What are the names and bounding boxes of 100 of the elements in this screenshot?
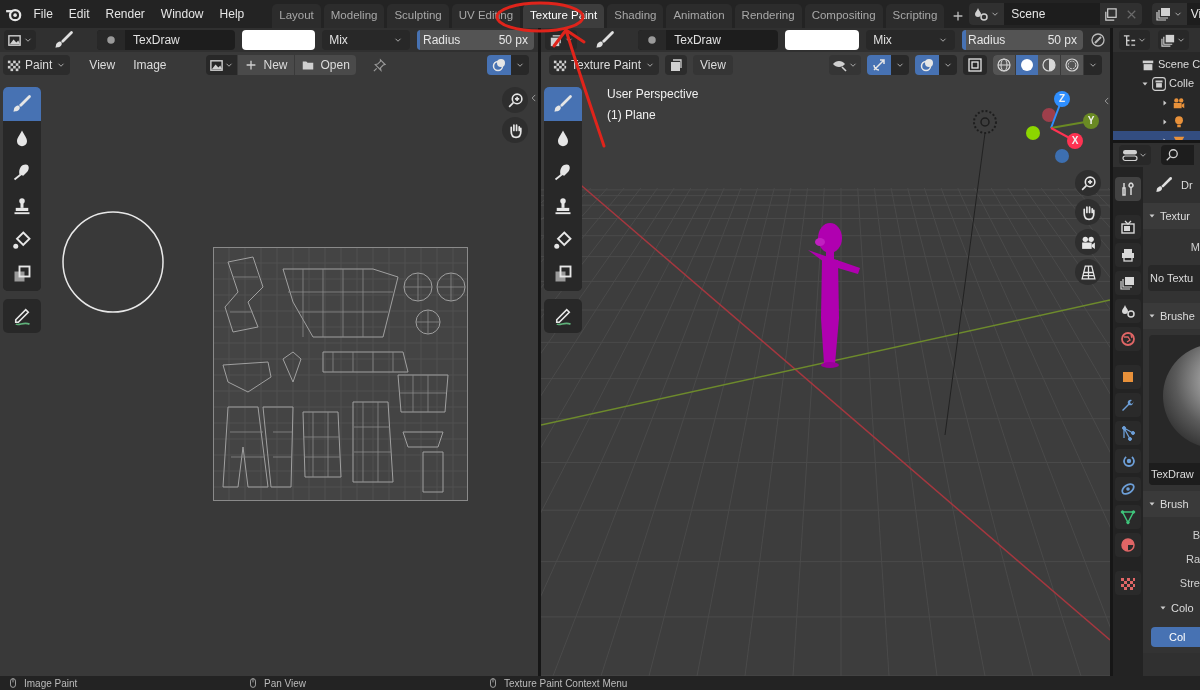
- properties-tab[interactable]: [1115, 271, 1141, 295]
- properties-tab[interactable]: [1115, 243, 1141, 267]
- properties-tab[interactable]: [1115, 177, 1141, 201]
- shading-mode-button[interactable]: [1061, 55, 1084, 75]
- sphere-icon: [646, 34, 659, 46]
- workspace-tab[interactable]: Compositing: [804, 4, 883, 28]
- panel-header[interactable]: Textur: [1143, 203, 1200, 229]
- workspace-tab[interactable]: Shading: [607, 4, 664, 28]
- workspace-tab[interactable]: Modeling: [323, 4, 385, 28]
- zoom-button[interactable]: [502, 87, 528, 113]
- menu-item[interactable]: Image: [126, 55, 174, 75]
- xray-toggle[interactable]: [963, 55, 987, 75]
- axis-handle[interactable]: [1055, 149, 1069, 163]
- image-browse-dropdown[interactable]: [205, 55, 237, 75]
- disclosure-triangle-icon[interactable]: [1161, 98, 1169, 107]
- mode-dropdown[interactable]: Paint: [3, 55, 71, 75]
- view-layer-dropdown[interactable]: [1151, 3, 1187, 25]
- properties-tab[interactable]: [1115, 449, 1141, 473]
- editor-type-dropdown[interactable]: [4, 30, 36, 50]
- gizmo-toggle[interactable]: [867, 55, 891, 75]
- outliner-row[interactable]: Scene C: [1113, 55, 1200, 74]
- overlay-toggle[interactable]: [487, 55, 511, 75]
- subpanel-header[interactable]: Colo: [1143, 595, 1200, 621]
- disclosure-triangle-icon[interactable]: [1161, 117, 1169, 126]
- properties-tab[interactable]: [1115, 215, 1141, 239]
- new-scene-button[interactable]: [1099, 3, 1121, 25]
- open-image-button[interactable]: Open: [293, 55, 356, 75]
- visibility-dropdown[interactable]: [829, 55, 861, 75]
- pan-button[interactable]: [1075, 199, 1101, 225]
- panel-header[interactable]: Brushe: [1143, 303, 1200, 329]
- camera-icon: [1172, 95, 1186, 110]
- workspace-tab[interactable]: Layout: [272, 4, 321, 28]
- shading-mode-button[interactable]: [1016, 55, 1038, 75]
- radius-slider[interactable]: Radius 50 px: [417, 30, 534, 50]
- viewport-info-text: User Perspective: [607, 86, 699, 103]
- properties-tab[interactable]: [1115, 299, 1141, 323]
- shading-mode-button[interactable]: [1038, 55, 1061, 75]
- properties-tab[interactable]: [1115, 505, 1141, 529]
- slider-value: 50 px: [1047, 32, 1077, 49]
- menu-item[interactable]: View: [82, 55, 123, 75]
- brush-selector[interactable]: TexDraw: [97, 30, 236, 50]
- paint-bucket-icon: [12, 230, 32, 250]
- perspective-toggle-button[interactable]: [1075, 259, 1101, 285]
- arrows-icon: [871, 57, 887, 73]
- zoom-button[interactable]: [1075, 170, 1101, 196]
- wrench-icon: [1120, 397, 1136, 413]
- editor-type-dropdown[interactable]: [1119, 145, 1151, 165]
- overlay-toggle[interactable]: [915, 55, 939, 75]
- workspace-tab[interactable]: Rendering: [734, 4, 802, 28]
- wireframe-sphere-icon: [996, 57, 1012, 73]
- workspace-tab[interactable]: Animation: [666, 4, 732, 28]
- properties-tab[interactable]: [1115, 421, 1141, 445]
- paintbrush-icon[interactable]: [594, 30, 615, 50]
- pan-button[interactable]: [502, 117, 528, 143]
- properties-tab[interactable]: [1115, 327, 1141, 351]
- new-image-button[interactable]: New: [236, 55, 294, 75]
- properties-tab[interactable]: [1115, 365, 1141, 389]
- search-field[interactable]: [1161, 145, 1194, 165]
- color-swatch[interactable]: [785, 30, 860, 50]
- view-layer-dropdown[interactable]: [1158, 30, 1189, 50]
- mode-button[interactable]: Col: [1151, 627, 1200, 647]
- menu-item[interactable]: Help: [211, 5, 253, 23]
- menu-item[interactable]: Render: [97, 5, 153, 23]
- menu-item[interactable]: View: [693, 55, 733, 75]
- brush-preview[interactable]: TexDraw: [1149, 335, 1200, 485]
- slider-label: Radius: [968, 32, 1006, 49]
- blend-mode-dropdown[interactable]: Mix: [322, 30, 410, 50]
- properties-tab[interactable]: [1115, 393, 1141, 417]
- paintbrush-icon[interactable]: [53, 30, 74, 50]
- menu-item[interactable]: File: [25, 5, 61, 23]
- axis-handle[interactable]: [1042, 108, 1056, 122]
- panel-header[interactable]: Brush: [1143, 491, 1200, 517]
- blend-mode-dropdown[interactable]: Mix: [866, 30, 955, 50]
- color-swatch[interactable]: [242, 30, 316, 50]
- outliner-icon: [1122, 32, 1137, 48]
- axis-handle[interactable]: [1026, 126, 1040, 140]
- pin-icon[interactable]: [371, 57, 387, 73]
- radius-slider[interactable]: Radius 50 px: [962, 30, 1083, 50]
- display-mode-dropdown[interactable]: [1119, 30, 1150, 50]
- menu-item[interactable]: Window: [152, 5, 212, 23]
- properties-tab[interactable]: [1115, 571, 1141, 595]
- shading-mode-button[interactable]: [993, 55, 1016, 75]
- workspace-tab[interactable]: Scripting: [885, 4, 945, 28]
- outliner-item-label: Colle: [1169, 76, 1195, 92]
- tv-icon: [1120, 219, 1136, 235]
- pen-pressure-icon[interactable]: [1090, 32, 1106, 48]
- properties-tab[interactable]: [1115, 533, 1141, 557]
- workspace-tab[interactable]: Sculpting: [387, 4, 449, 28]
- brush-selector[interactable]: TexDraw: [638, 30, 779, 50]
- menu-item[interactable]: Edit: [60, 5, 98, 23]
- outliner-row[interactable]: Colle: [1113, 74, 1200, 93]
- mouse-icon: [248, 678, 258, 688]
- overlay-icon: [919, 57, 935, 73]
- texture-field[interactable]: No Textu: [1148, 265, 1200, 291]
- brush-name-field[interactable]: TexDraw: [1149, 463, 1200, 485]
- zoom-icon: [506, 91, 524, 109]
- toggle-button[interactable]: [665, 55, 688, 75]
- properties-tab[interactable]: [1115, 477, 1141, 501]
- scene-dropdown[interactable]: [969, 3, 1005, 25]
- camera-view-button[interactable]: [1075, 229, 1101, 255]
